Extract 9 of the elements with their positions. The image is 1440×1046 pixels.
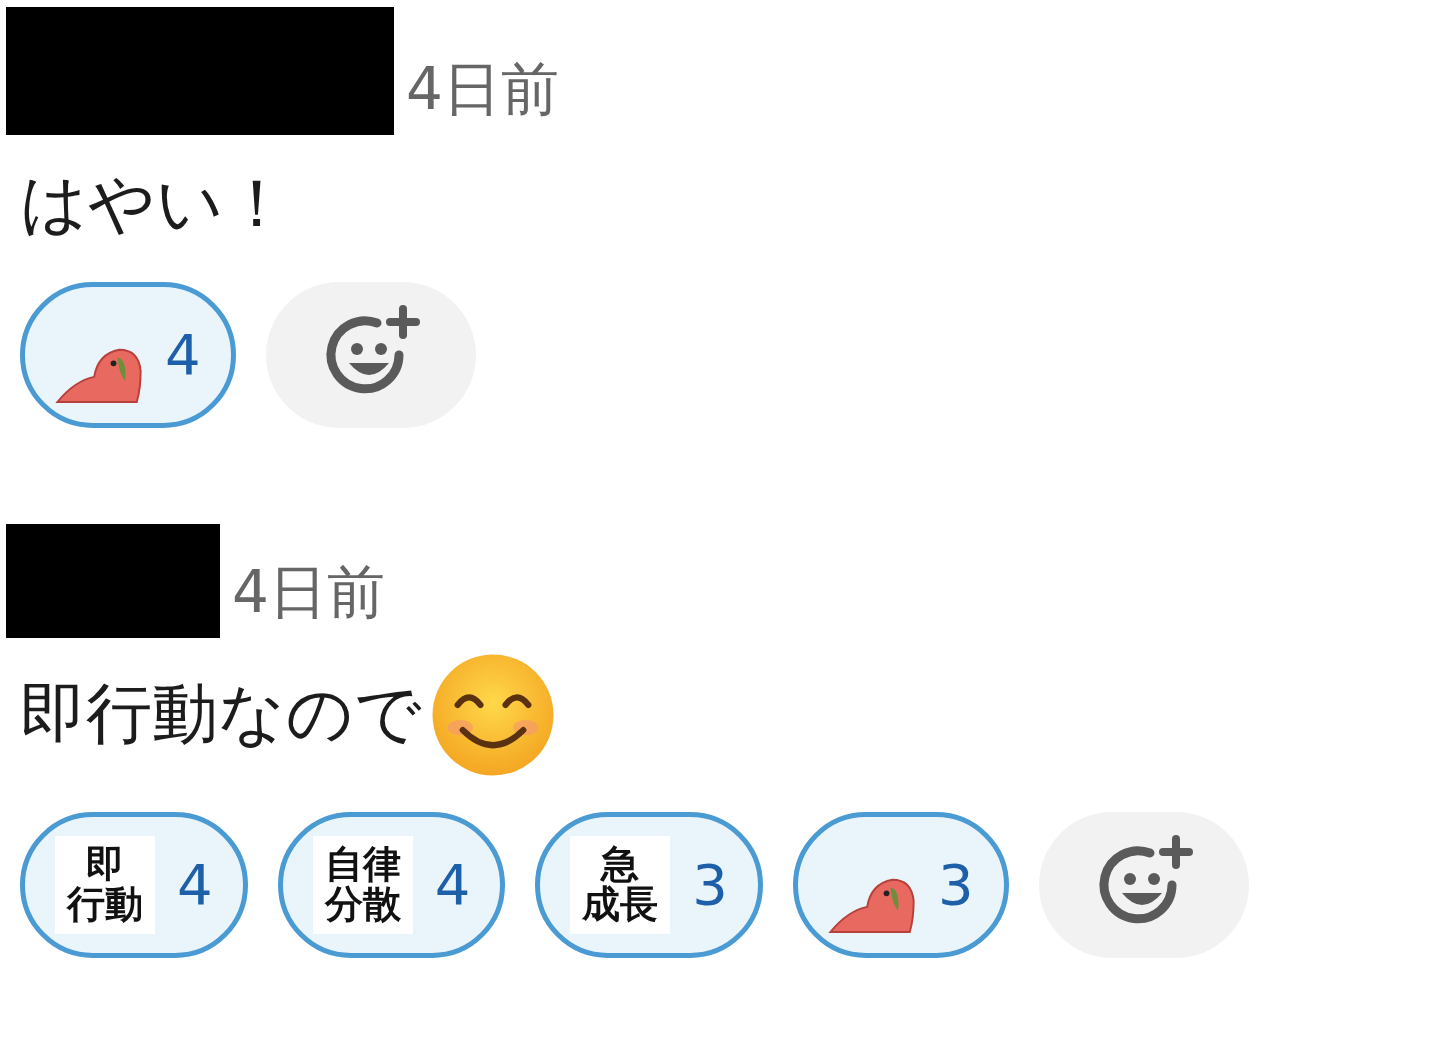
text-emoji: 即 行動 (55, 835, 155, 934)
text-emoji: 自律 分散 (312, 835, 413, 934)
timestamp: 4日前 (232, 557, 385, 628)
text-emoji: 急 成長 (570, 835, 671, 934)
reaction-button[interactable]: 3 (792, 811, 1009, 958)
message-text: はやい！ (20, 164, 290, 244)
reaction-button[interactable]: 4 (20, 281, 236, 428)
message-text: 即行動なので (20, 674, 422, 755)
timestamp: 4日前 (406, 55, 559, 125)
